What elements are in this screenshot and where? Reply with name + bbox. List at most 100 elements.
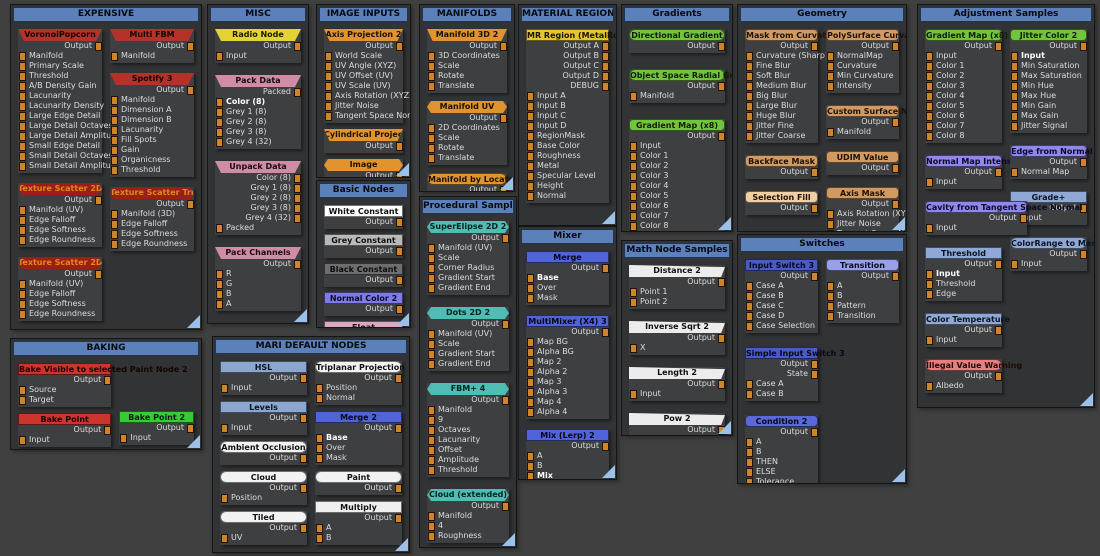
input-port-row[interactable]: Edge Softness <box>18 225 102 235</box>
input-port-row[interactable]: Source <box>18 385 111 395</box>
input-socket-icon[interactable] <box>630 181 637 191</box>
input-port-row[interactable]: UV Angle (XYZ) <box>324 61 403 71</box>
input-socket-icon[interactable] <box>428 415 435 425</box>
input-socket-icon[interactable] <box>746 101 753 111</box>
input-port-row[interactable]: Jitter Signal <box>1010 121 1087 131</box>
input-socket-icon[interactable] <box>316 533 323 543</box>
node-unpack-data[interactable]: Unpack Data Color (8) Grey 1 (8) Grey 2 (8)… <box>215 161 301 235</box>
input-port-row[interactable]: World Scale <box>324 51 403 61</box>
input-port-row[interactable]: Max Hue <box>1010 91 1087 101</box>
node-backface-mask[interactable]: Backface Mask Output <box>745 155 818 179</box>
group-title[interactable]: Basic Nodes <box>319 183 408 198</box>
input-port-row[interactable]: RegionMask <box>526 131 609 141</box>
output-socket-icon[interactable] <box>502 319 509 329</box>
input-port-row[interactable]: Normal Map <box>1010 167 1087 177</box>
output-socket-icon[interactable] <box>187 199 194 209</box>
output-port-row[interactable]: Output <box>526 263 609 273</box>
output-socket-icon[interactable] <box>104 375 112 385</box>
input-socket-icon[interactable] <box>630 287 637 297</box>
input-socket-icon[interactable] <box>19 289 26 299</box>
output-socket-icon[interactable] <box>718 41 725 51</box>
input-port-row[interactable]: Input A <box>526 91 609 101</box>
output-socket-icon[interactable] <box>95 269 102 279</box>
input-socket-icon[interactable] <box>926 121 933 131</box>
input-port-row[interactable]: Manifold <box>427 511 509 521</box>
node-header[interactable]: Input Switch 3 <box>745 259 818 271</box>
input-socket-icon[interactable] <box>926 177 933 187</box>
input-socket-icon[interactable] <box>428 123 435 133</box>
input-socket-icon[interactable] <box>746 111 753 121</box>
output-socket-icon[interactable] <box>995 371 1002 381</box>
input-socket-icon[interactable] <box>827 71 834 81</box>
input-socket-icon[interactable] <box>746 51 753 61</box>
input-socket-icon[interactable] <box>19 161 26 171</box>
input-port-row[interactable]: Manifold <box>427 405 509 415</box>
node-manifold-uv[interactable]: Manifold UV Output 2D Coordinates Scale Rota… <box>427 101 507 165</box>
input-port-row[interactable]: Specular Level <box>526 171 609 181</box>
input-socket-icon[interactable] <box>428 531 435 541</box>
output-socket-icon[interactable] <box>294 259 301 269</box>
input-port-row[interactable]: Normal <box>526 191 609 201</box>
input-socket-icon[interactable] <box>316 443 323 453</box>
input-port-row[interactable]: Edge Falloff <box>18 289 102 299</box>
input-socket-icon[interactable] <box>926 335 933 345</box>
input-socket-icon[interactable] <box>827 81 834 91</box>
output-port-row[interactable]: Output <box>215 41 301 51</box>
input-socket-icon[interactable] <box>630 191 637 201</box>
node-edge-from-normal-map[interactable]: Edge from Normal MapOutputNormal Map <box>1010 145 1094 179</box>
node-header[interactable]: Texture Scatter 2D X1 <box>18 183 102 195</box>
node-jitter-color-2[interactable]: Jitter Color 2 Output Input Min Saturation M… <box>1010 29 1087 133</box>
input-port-row[interactable]: Input <box>925 269 1002 279</box>
output-socket-icon[interactable] <box>294 183 301 193</box>
input-port-row[interactable]: Input D <box>526 121 609 131</box>
output-socket-icon[interactable] <box>718 379 725 389</box>
input-port-row[interactable]: Small Detail Amplitude <box>18 161 121 171</box>
input-port-row[interactable]: Position <box>315 383 402 393</box>
input-port-row[interactable]: Color 7 <box>925 121 1002 131</box>
input-port-row[interactable]: Offset <box>427 445 509 455</box>
node-header[interactable]: Jitter Color 2 <box>1010 29 1087 41</box>
input-port-row[interactable]: Soft Blur <box>745 71 818 81</box>
input-port-row[interactable]: Min Hue <box>1010 81 1087 91</box>
output-socket-icon[interactable] <box>95 195 102 205</box>
input-port-row[interactable]: Edge <box>925 289 1002 299</box>
input-port-row[interactable]: Input <box>925 177 1002 187</box>
input-port-row[interactable]: Fill Spots <box>110 135 194 145</box>
input-port-row[interactable]: Transition <box>826 311 899 321</box>
node-float[interactable]: FloatOutput <box>324 321 403 327</box>
node-input-switch-3[interactable]: Input Switch 3 Output Case A Case B Case C Ca… <box>745 259 818 333</box>
node-header[interactable]: Levels <box>220 401 307 413</box>
node-tiled[interactable]: Tiled Output UV <box>220 511 307 545</box>
node-hsl[interactable]: HSL Output Input <box>220 361 307 395</box>
input-socket-icon[interactable] <box>428 143 435 153</box>
input-socket-icon[interactable] <box>428 81 435 91</box>
output-socket-icon[interactable] <box>995 325 1002 335</box>
node-header[interactable]: VoronoiPopcorn <box>18 29 102 41</box>
node-header[interactable]: Ambient Occlusion <box>220 441 307 453</box>
input-port-row[interactable]: Curvature <box>826 61 899 71</box>
output-port-row[interactable]: Output <box>925 325 1002 335</box>
input-port-row[interactable]: Input <box>925 223 1027 233</box>
input-port-row[interactable]: Manifold <box>826 127 899 137</box>
group-resize-handle-icon[interactable] <box>892 469 905 482</box>
input-socket-icon[interactable] <box>746 281 753 291</box>
input-port-row[interactable]: Small Edge Detail <box>18 141 102 151</box>
input-port-row[interactable]: Scale <box>427 339 509 349</box>
input-socket-icon[interactable] <box>325 81 332 91</box>
input-port-row[interactable]: Base <box>526 273 609 283</box>
input-socket-icon[interactable] <box>926 289 933 299</box>
node-header[interactable]: SuperElipse 2D 2 <box>427 221 509 233</box>
input-port-row[interactable]: 3D Coordinates <box>427 51 507 61</box>
input-port-row[interactable]: Large Detail Octaves <box>18 121 113 131</box>
input-port-row[interactable]: Input <box>119 433 194 443</box>
input-socket-icon[interactable] <box>630 171 637 181</box>
input-socket-icon[interactable] <box>527 367 534 377</box>
group-resize-handle-icon[interactable] <box>294 309 307 322</box>
output-port-row[interactable]: Output <box>826 41 899 51</box>
input-port-row[interactable]: R <box>215 269 301 279</box>
output-socket-icon[interactable] <box>300 413 307 423</box>
input-port-row[interactable]: NormalMap <box>826 51 899 61</box>
node-dots-2d-2[interactable]: Dots 2D 2 Output Manifold (UV) Scale Gradien… <box>427 307 509 371</box>
input-socket-icon[interactable] <box>428 521 435 531</box>
input-socket-icon[interactable] <box>19 151 26 161</box>
